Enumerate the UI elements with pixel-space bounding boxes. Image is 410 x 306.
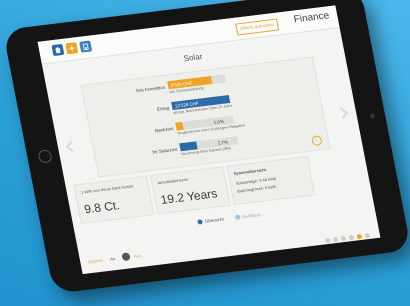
row-label: Bankzins — [154, 126, 174, 134]
row-label: Ertrag — [156, 105, 170, 112]
battery-off-label[interactable]: Aus — [134, 253, 142, 259]
tablet-device: Offerte anfordern Finance Solar ‹ › Ihre… — [2, 0, 410, 294]
page-dot[interactable] — [324, 237, 331, 244]
tab-cashflow-dot[interactable] — [234, 214, 241, 221]
battery-on-label[interactable]: An — [110, 256, 116, 262]
sun-icon[interactable] — [65, 42, 79, 55]
page-indicator — [320, 225, 371, 249]
row-label: Ihr Solarzins — [151, 146, 178, 155]
row-label: Ihre Investition — [135, 84, 166, 94]
bar-fill — [175, 121, 184, 131]
home-button[interactable] — [37, 149, 53, 164]
chevron-left-icon[interactable]: ‹ — [61, 128, 78, 162]
tab-overview-dot[interactable] — [197, 219, 204, 225]
home-icon[interactable] — [51, 43, 65, 57]
tab-overview[interactable]: Übersicht — [205, 217, 225, 224]
tile-title: 1 kWh von Ihrem Dach kostet — [80, 183, 134, 195]
bar-value: 2.7% — [217, 139, 229, 146]
tile-value: 19.2 Years — [159, 186, 219, 207]
page-dot[interactable] — [340, 235, 347, 242]
app-title: Finance — [292, 10, 331, 26]
tile-system: Systemübersicht Solaranlage: 4.48 kWp Ba… — [226, 155, 316, 206]
battery-label: Batterie — [87, 257, 104, 265]
tile-amortization: Amortisationszeit 19.2 Years — [149, 166, 231, 215]
page-dot[interactable] — [356, 233, 363, 240]
app-screen: Offerte anfordern Finance Solar ‹ › Ihre… — [37, 5, 381, 275]
camera-icon — [369, 113, 376, 119]
chevron-right-icon[interactable]: › — [335, 95, 352, 129]
page-dot[interactable] — [348, 234, 355, 241]
offer-request-button[interactable]: Offerte anfordern — [235, 18, 280, 36]
tile-title: Systemübersicht — [233, 167, 267, 176]
system-line: Batteriegrösse: 0 kWh — [236, 183, 277, 194]
battery-toggle[interactable] — [121, 252, 131, 262]
tile-title: Amortisationszeit — [156, 176, 189, 186]
bar-value: 1.0% — [213, 118, 225, 126]
tile-cost: 1 kWh von Ihrem Dach kostet 9.8 Ct. — [73, 175, 155, 224]
page-dot[interactable] — [364, 232, 371, 239]
tile-value: 9.8 Ct. — [82, 198, 121, 217]
tab-cashflow[interactable]: Geldfluss — [242, 212, 262, 219]
house-icon[interactable] — [79, 40, 93, 53]
page-dot[interactable] — [332, 236, 339, 243]
